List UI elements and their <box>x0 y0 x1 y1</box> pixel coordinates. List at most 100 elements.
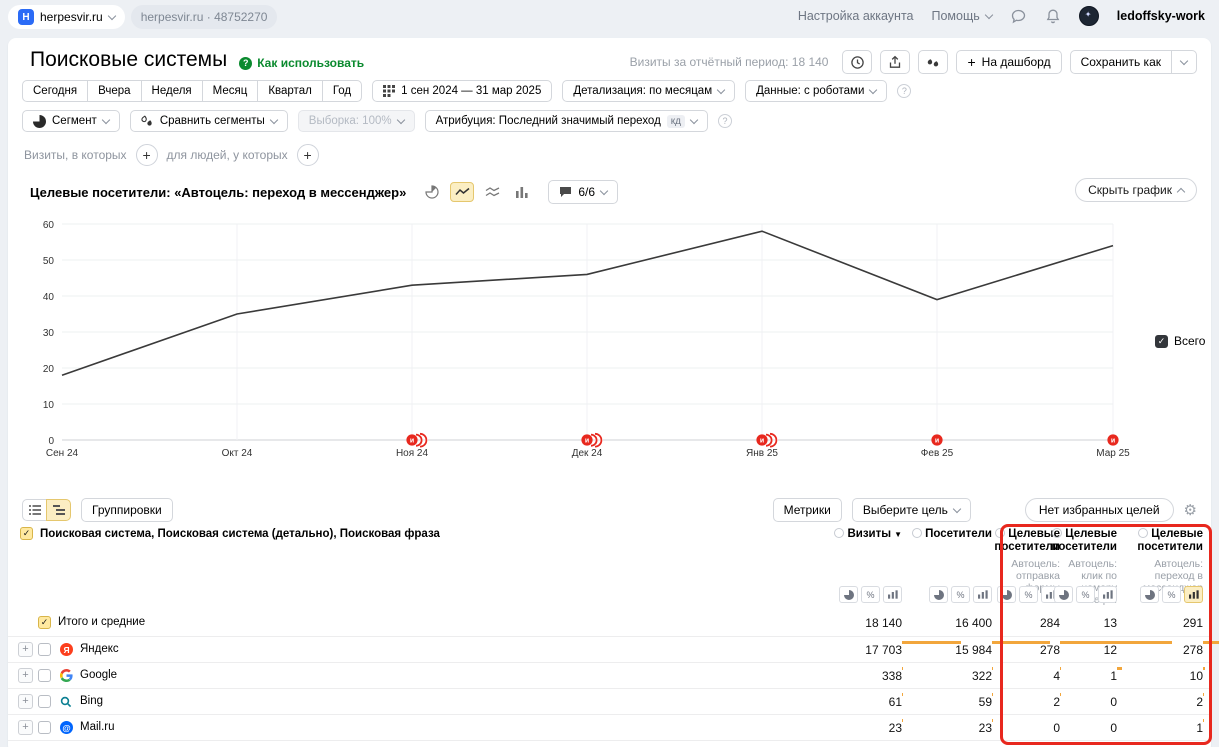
counter-tab[interactable]: H herpesvir.ru <box>8 5 125 29</box>
groupings-button[interactable]: Группировки <box>81 498 173 522</box>
people-filter-label: для людей, у которых <box>167 148 288 162</box>
chevron-down-icon <box>1180 56 1188 64</box>
segment-button[interactable]: Сегмент <box>22 110 120 132</box>
compare-segments-button[interactable]: Сравнить сегменты <box>130 110 288 132</box>
chat-icon[interactable] <box>1010 8 1027 25</box>
row-checkbox[interactable] <box>38 643 51 656</box>
cell-value: 17 703 <box>865 643 902 657</box>
percent-display-icon[interactable]: % <box>861 586 880 603</box>
save-as-dropdown[interactable] <box>1171 50 1197 74</box>
bars-display-icon[interactable] <box>1098 586 1117 603</box>
row-checkbox[interactable] <box>38 721 51 734</box>
add-visit-condition-button[interactable]: + <box>136 144 158 166</box>
column-header-visitors[interactable]: Посетители <box>900 528 992 541</box>
comments-button[interactable]: 6/6 <box>548 180 618 204</box>
help-question-icon[interactable]: ? <box>897 84 911 98</box>
row-label[interactable]: Google <box>80 669 117 681</box>
choose-goal-button[interactable]: Выберите цель <box>852 498 971 522</box>
row-label[interactable]: Bing <box>80 695 103 707</box>
area-chart-type-icon[interactable] <box>480 182 504 202</box>
bars-display-icon[interactable] <box>973 586 992 603</box>
chart-annotation-marker[interactable]: и <box>1107 434 1118 445</box>
period-week[interactable]: Неделя <box>141 80 203 102</box>
no-favorite-goals-pill[interactable]: Нет избранных целей <box>1025 498 1174 522</box>
data-mode-button[interactable]: Данные: с роботами <box>745 80 887 102</box>
how-to-use-link[interactable]: ? Как использовать <box>239 56 364 70</box>
cell-value: 1 <box>1196 721 1203 735</box>
x-tick-label: Сен 24 <box>46 448 79 459</box>
expand-row-button[interactable]: + <box>18 642 33 657</box>
row-label[interactable]: Яндекс <box>80 643 119 655</box>
list-view-icon[interactable] <box>22 499 47 521</box>
export-icon[interactable] <box>880 50 910 74</box>
period-month[interactable]: Месяц <box>202 80 259 102</box>
row-label[interactable]: Mail.ru <box>80 721 115 733</box>
totals-label: Итого и средние <box>58 616 145 628</box>
segment-pie-icon <box>33 115 46 128</box>
totals-checkbox[interactable]: ✓ <box>38 616 51 629</box>
row-checkbox[interactable] <box>38 669 51 682</box>
chart-annotation-marker[interactable]: и <box>931 434 942 445</box>
add-to-dashboard-button[interactable]: + На дашборд <box>956 50 1061 74</box>
bars-display-icon[interactable] <box>1184 586 1203 603</box>
percent-display-icon[interactable]: % <box>1076 586 1095 603</box>
bars-display-icon[interactable] <box>883 586 902 603</box>
pie-display-icon[interactable] <box>839 586 858 603</box>
expand-row-button[interactable]: + <box>18 720 33 735</box>
y-tick-label: 10 <box>43 400 55 411</box>
add-people-condition-button[interactable]: + <box>297 144 319 166</box>
user-avatar[interactable] <box>1079 6 1099 26</box>
help-menu[interactable]: Помощь <box>932 9 992 23</box>
compare-reports-icon[interactable] <box>918 50 948 74</box>
bing-favicon <box>60 695 73 708</box>
percent-display-icon[interactable]: % <box>1162 586 1181 603</box>
expand-row-button[interactable]: + <box>18 694 33 709</box>
detail-level-button[interactable]: Детализация: по месяцам <box>562 80 735 102</box>
x-tick-label: Ноя 24 <box>396 448 429 459</box>
date-range-button[interactable]: 1 сен 2024 — 31 мар 2025 <box>372 80 552 102</box>
comment-bubble-icon <box>559 186 572 198</box>
chart-legend: ✓ Всего <box>1155 334 1205 348</box>
history-clock-icon[interactable] <box>842 50 872 74</box>
period-quarter[interactable]: Квартал <box>257 80 322 102</box>
legend-total-checkbox[interactable]: ✓ <box>1155 335 1168 348</box>
column-header-goal-messenger[interactable]: Целевые посетители Автоцель: переход в м… <box>1123 528 1203 594</box>
pie-chart-type-icon[interactable] <box>420 182 444 202</box>
line-chart-type-icon[interactable] <box>450 182 474 202</box>
pie-display-icon[interactable] <box>1140 586 1159 603</box>
hide-chart-button[interactable]: Скрыть график <box>1075 178 1197 202</box>
notifications-bell-icon[interactable] <box>1045 8 1061 25</box>
tree-view-icon[interactable] <box>46 499 71 521</box>
pie-display-icon[interactable] <box>1054 586 1073 603</box>
how-to-use-label: Как использовать <box>257 56 364 70</box>
chart-title: Целевые посетители: «Автоцель: переход в… <box>30 185 406 200</box>
pie-display-icon[interactable] <box>929 586 948 603</box>
sampling-button[interactable]: Выборка: 100% <box>298 110 415 132</box>
visits-period-text: Визиты за отчётный период: 18 140 <box>630 55 829 69</box>
column-header-visits[interactable]: Визиты▼ <box>810 528 902 541</box>
period-today[interactable]: Сегодня <box>22 80 88 102</box>
dimension-checkbox[interactable]: ✓ <box>20 527 33 540</box>
groupings-label: Группировки <box>92 503 162 517</box>
help-question-icon[interactable]: ? <box>718 114 732 128</box>
period-year[interactable]: Год <box>322 80 362 102</box>
metrics-button[interactable]: Метрики <box>773 498 842 522</box>
percent-display-icon[interactable]: % <box>951 586 970 603</box>
account-settings-link[interactable]: Настройка аккаунта <box>798 9 914 23</box>
gear-icon[interactable]: ⚙ <box>1184 501 1197 519</box>
metric-help-icon <box>1052 528 1062 538</box>
chevron-down-icon <box>869 85 877 93</box>
bar-chart-type-icon[interactable] <box>510 182 534 202</box>
counter-info-tab[interactable]: herpesvir.ru · 48752270 <box>131 5 278 29</box>
expand-row-button[interactable]: + <box>18 668 33 683</box>
page-title: Поисковые системы <box>30 48 227 72</box>
row-checkbox[interactable] <box>38 695 51 708</box>
svg-text:и: и <box>585 438 589 445</box>
attribution-button[interactable]: Атрибуция: Последний значимый переход кд <box>425 110 708 132</box>
table-view-toggle <box>22 499 71 521</box>
counter-tabs: H herpesvir.ru herpesvir.ru · 48752270 <box>8 5 277 29</box>
percent-display-icon[interactable]: % <box>1019 586 1038 603</box>
save-as-button[interactable]: Сохранить как <box>1070 50 1172 74</box>
period-yesterday[interactable]: Вчера <box>87 80 141 102</box>
pie-display-icon[interactable] <box>997 586 1016 603</box>
